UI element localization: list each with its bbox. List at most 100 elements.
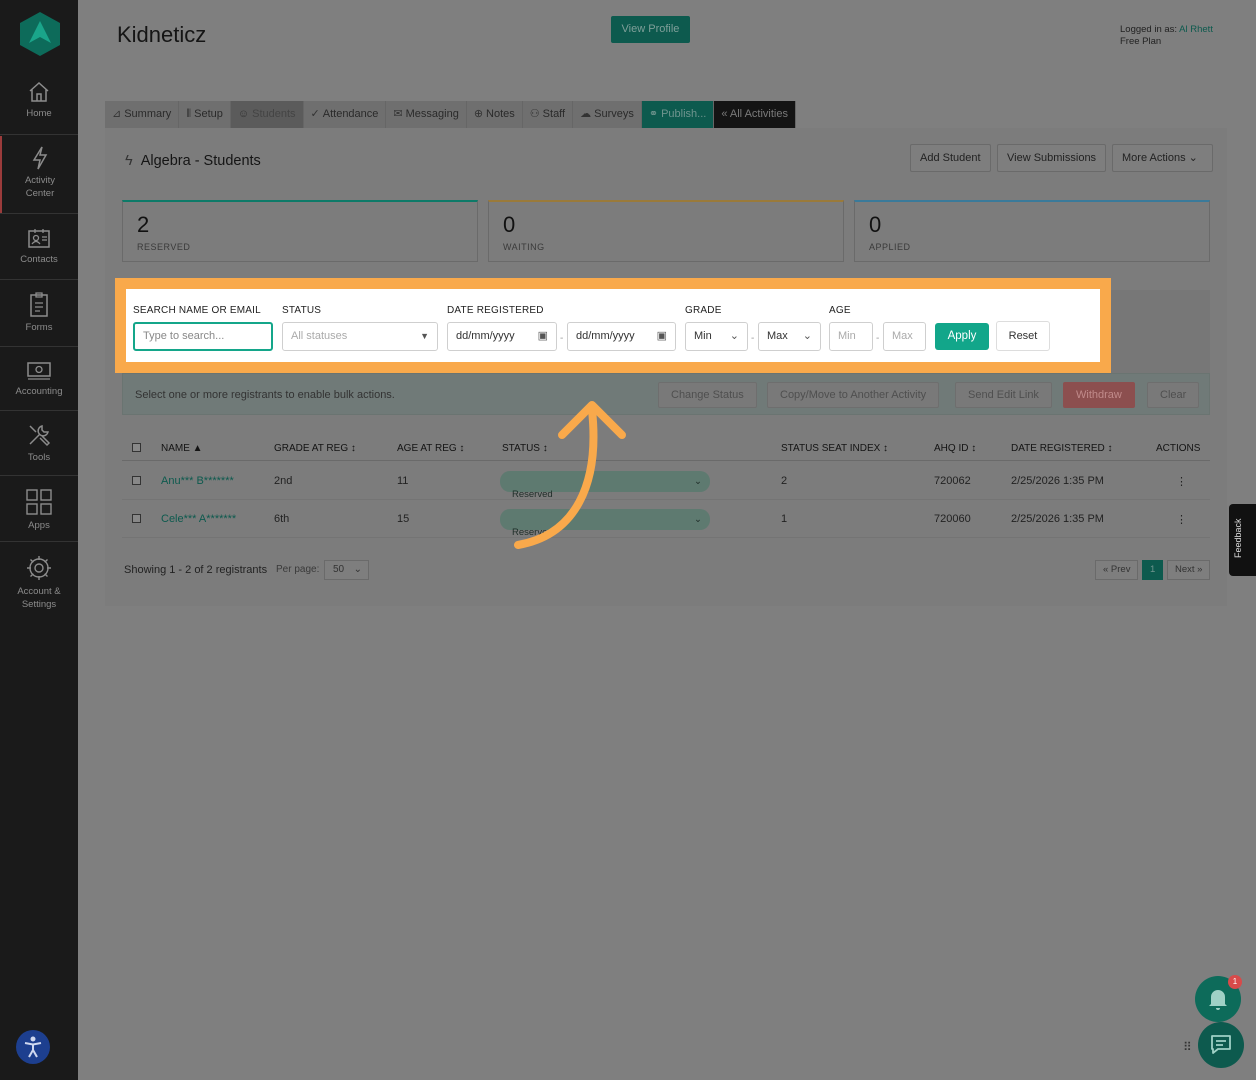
student-name-link[interactable]: Anu*** B******* xyxy=(161,475,234,487)
status-select[interactable]: All statuses ▼ xyxy=(282,322,438,351)
panel-title-text: Algebra - Students xyxy=(140,153,261,169)
per-page-label: Per page: xyxy=(276,564,320,575)
tab-label: Surveys xyxy=(594,108,634,120)
row-checkbox[interactable] xyxy=(132,514,141,523)
tab-label: Publish... xyxy=(661,108,707,120)
table-row: Cele*** A******* 6th 15 Reserved ⌄ 1 7200… xyxy=(122,500,1210,538)
view-submissions-button[interactable]: View Submissions xyxy=(997,144,1107,172)
feedback-label: Feedback xyxy=(1233,518,1243,558)
sidebar-item-accounting[interactable]: Accounting xyxy=(0,360,78,398)
copy-move-button[interactable]: Copy/Move to Another Activity xyxy=(767,382,940,408)
annotation-arrow-icon xyxy=(514,401,626,549)
col-grade[interactable]: GRADE AT REG ↕ xyxy=(274,443,356,454)
tab-notes[interactable]: ⊕ Notes xyxy=(466,101,523,128)
caret-down-icon: ▼ xyxy=(420,331,429,341)
apply-button[interactable]: Apply xyxy=(935,323,989,350)
age-min-input[interactable]: Min xyxy=(829,322,873,351)
showing-count: Showing 1 - 2 of 2 registrants xyxy=(124,564,268,576)
page-1-button[interactable]: 1 xyxy=(1142,560,1164,580)
per-page-select[interactable]: 50 ⌄ xyxy=(324,560,369,580)
row-actions-icon[interactable]: ⋮ xyxy=(1176,513,1187,526)
tab-summary[interactable]: ⊿ Summary xyxy=(105,101,180,128)
contacts-icon xyxy=(28,229,50,248)
send-edit-link-button[interactable]: Send Edit Link xyxy=(955,382,1052,408)
panel-title: ϟ Algebra - Students xyxy=(125,153,261,169)
next-page-button[interactable]: Next » xyxy=(1167,560,1211,580)
chat-icon xyxy=(1211,1035,1231,1054)
search-input[interactable]: Type to search... xyxy=(133,322,273,351)
col-name[interactable]: NAME ▲ xyxy=(161,443,203,454)
divider xyxy=(0,213,78,214)
check-icon: ✓ xyxy=(310,108,320,120)
clear-button[interactable]: Clear xyxy=(1147,382,1200,408)
calendar-icon: ▣ xyxy=(656,330,667,342)
tab-label: Notes xyxy=(486,108,515,120)
row-checkbox[interactable] xyxy=(132,476,141,485)
tab-surveys[interactable]: ☁ Surveys xyxy=(573,101,642,128)
user-link[interactable]: Al Rhett xyxy=(1179,24,1213,35)
sidebar-item-account-settings[interactable]: Account & Settings xyxy=(0,554,78,611)
setup-icon: ⦀ xyxy=(186,108,192,120)
tab-label: Messaging xyxy=(405,108,459,120)
withdraw-button[interactable]: Withdraw xyxy=(1063,382,1135,408)
tab-messaging[interactable]: ✉ Messaging xyxy=(386,101,467,128)
sidebar-item-label: Accounting xyxy=(15,386,63,397)
date-cell: 2/25/2026 1:35 PM xyxy=(1011,513,1104,525)
col-age[interactable]: AGE AT REG ↕ xyxy=(397,443,464,454)
tab-staff[interactable]: ⚇ Staff xyxy=(522,101,574,128)
bulk-actions-text: Select one or more registrants to enable… xyxy=(135,389,395,401)
grade-min-select[interactable]: Min ⌄ xyxy=(685,322,748,351)
date-to-input[interactable]: dd/mm/yyyy ▣ xyxy=(567,322,676,351)
reset-button[interactable]: Reset xyxy=(996,321,1050,351)
sidebar-item-home[interactable]: Home xyxy=(0,80,78,120)
tab-all-activities[interactable]: « All Activities xyxy=(714,101,796,128)
tab-setup[interactable]: ⦀ Setup xyxy=(179,101,231,128)
chevron-down-icon: ⌄ xyxy=(694,514,702,525)
view-profile-button[interactable]: View Profile xyxy=(611,16,690,43)
prev-page-button[interactable]: « Prev xyxy=(1095,560,1139,580)
age-max-input[interactable]: Max xyxy=(883,322,926,351)
tab-publish[interactable]: ⚭ Publish... xyxy=(641,101,715,128)
tab-attendance[interactable]: ✓ Attendance xyxy=(303,101,387,128)
stat-applied: 0 APPLIED xyxy=(854,200,1210,262)
tab-students[interactable]: ☺ Students xyxy=(230,101,304,128)
stat-value: 0 xyxy=(503,212,516,237)
col-seat-index[interactable]: STATUS SEAT INDEX ↕ xyxy=(781,443,888,454)
bolt-icon: ϟ xyxy=(125,153,133,169)
change-status-button[interactable]: Change Status xyxy=(658,382,757,408)
sidebar-item-tools[interactable]: Tools xyxy=(0,422,78,464)
grade-min-value: Min xyxy=(694,330,712,342)
row-actions-icon[interactable]: ⋮ xyxy=(1176,475,1187,488)
feedback-tab[interactable]: Feedback xyxy=(1229,504,1256,576)
chevron-down-icon: ⌄ xyxy=(802,330,812,342)
cloud-icon: ☁ xyxy=(580,108,592,120)
activity-tabs: ⊿ Summary ⦀ Setup ☺ Students ✓ Attendance ✉ M… xyxy=(105,101,796,128)
students-icon: ☺ xyxy=(237,108,250,120)
grade-max-value: Max xyxy=(767,330,788,342)
date-cell: 2/25/2026 1:35 PM xyxy=(1011,475,1104,487)
accounting-icon xyxy=(27,362,51,380)
accessibility-button[interactable] xyxy=(16,1030,50,1064)
chevron-down-icon: ⌄ xyxy=(353,564,362,575)
sidebar-item-contacts[interactable]: Contacts xyxy=(0,226,78,266)
student-name-link[interactable]: Cele*** A******* xyxy=(161,513,236,525)
col-date-registered[interactable]: DATE REGISTERED ↕ xyxy=(1011,443,1113,454)
add-student-button[interactable]: Add Student xyxy=(910,144,991,172)
col-ahq-id[interactable]: AHQ ID ↕ xyxy=(934,443,976,454)
grade-max-select[interactable]: Max ⌄ xyxy=(758,322,821,351)
chat-button[interactable] xyxy=(1198,1022,1244,1068)
drag-handle-icon[interactable]: ⠿ xyxy=(1183,1040,1192,1054)
ahq-id-cell: 720060 xyxy=(934,513,971,525)
date-from-input[interactable]: dd/mm/yyyy ▣ xyxy=(447,322,557,351)
sidebar-item-forms[interactable]: Forms xyxy=(0,292,78,334)
logged-in-label: Logged in as: xyxy=(1120,24,1178,35)
range-dash: - xyxy=(751,333,755,344)
more-actions-button[interactable]: More Actions ⌄ xyxy=(1112,144,1213,172)
date-from-value: dd/mm/yyyy xyxy=(456,330,515,342)
app-logo[interactable] xyxy=(20,12,60,56)
select-all-checkbox[interactable] xyxy=(132,443,141,452)
date-registered-label: DATE REGISTERED xyxy=(447,305,544,316)
sidebar-item-apps[interactable]: Apps xyxy=(0,488,78,532)
sidebar: Home Activity Center Contacts Forms Acco… xyxy=(0,0,78,1080)
sidebar-item-activity-center[interactable]: Activity Center xyxy=(0,136,78,213)
